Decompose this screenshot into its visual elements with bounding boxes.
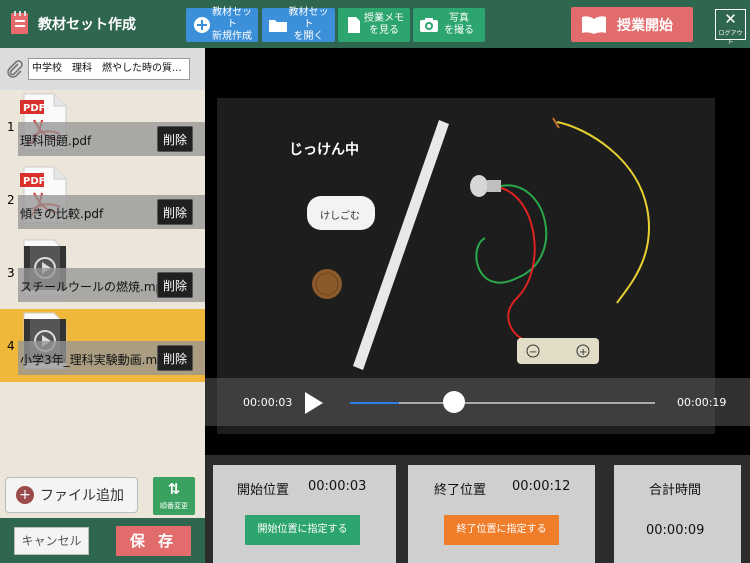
play-icon[interactable] xyxy=(305,392,323,414)
set-name-field[interactable]: 中学校 理科 燃やした時の質... xyxy=(28,58,190,80)
logout-label: ログアウト xyxy=(718,30,743,46)
total-time-panel: 合計時間 00:00:09 xyxy=(614,465,741,563)
cancel-button[interactable]: キャンセル xyxy=(14,527,89,555)
seek-bar[interactable] xyxy=(350,402,655,404)
set-end-button[interactable]: 終了位置に指定する xyxy=(444,515,559,545)
sidebar-footer: キャンセル 保 存 xyxy=(0,518,205,563)
seek-bar-progress xyxy=(350,402,399,404)
file-number: 4 xyxy=(7,339,15,353)
plus-circle-icon xyxy=(192,15,212,35)
app: 教材セット作成 教材セット 新規作成 教材セット を開く 授業メモ を見る 写真… xyxy=(0,0,750,563)
sidebar: 中学校 理科 燃やした時の質... 1 PDF 理科問題.pdf 削除 2 PD… xyxy=(0,48,205,563)
end-position-label: 終了位置 xyxy=(434,483,487,498)
take-photo-label: 写真 を撮る xyxy=(444,13,474,36)
file-name: 小学3年_理科実験動画.mp4 xyxy=(20,353,160,367)
logout-button[interactable]: ✕ ログアウト xyxy=(715,9,746,46)
start-position-time: 00:00:03 xyxy=(308,479,367,494)
total-time-value: 00:00:09 xyxy=(646,523,705,538)
add-file-button[interactable]: + ファイル追加 xyxy=(5,477,138,513)
header: 教材セット作成 教材セット 新規作成 教材セット を開く 授業メモ を見る 写真… xyxy=(0,0,750,48)
file-row[interactable]: 3 スチールウールの燃焼.mp4 削除 xyxy=(0,236,205,309)
new-set-label: 教材セット 新規作成 xyxy=(212,7,252,42)
svg-text:+: + xyxy=(579,347,587,358)
paperclip-icon xyxy=(7,60,23,78)
video-player[interactable]: じっけん中 けしごむ − + 00:00:03 00:00:19 xyxy=(205,48,750,455)
document-icon xyxy=(344,15,364,35)
delete-button[interactable]: 削除 xyxy=(157,126,193,152)
new-set-button[interactable]: 教材セット 新規作成 xyxy=(186,7,258,42)
file-number: 1 xyxy=(7,120,15,134)
start-lesson-button[interactable]: 授業開始 xyxy=(571,7,693,42)
start-position-panel: 開始位置 00:00:03 開始位置に指定する xyxy=(213,465,396,563)
end-position-panel: 終了位置 00:00:12 終了位置に指定する xyxy=(408,465,595,563)
trim-panel: 開始位置 00:00:03 開始位置に指定する 終了位置 00:00:12 終了… xyxy=(205,455,750,563)
duration: 00:00:19 xyxy=(677,396,727,409)
reorder-label: 順番変更 xyxy=(160,502,188,510)
file-row[interactable]: 2 PDF 傾きの比較.pdf 削除 xyxy=(0,163,205,236)
file-number: 2 xyxy=(7,193,15,207)
plus-icon: + xyxy=(16,486,34,504)
save-button[interactable]: 保 存 xyxy=(116,526,191,556)
take-photo-button[interactable]: 写真 を撮る xyxy=(413,8,485,42)
seek-handle[interactable] xyxy=(442,391,465,413)
lesson-memo-button[interactable]: 授業メモ を見る xyxy=(338,8,410,42)
close-icon: ✕ xyxy=(724,10,737,28)
page-title: 教材セット作成 xyxy=(38,17,136,33)
delete-button[interactable]: 削除 xyxy=(157,345,193,371)
notebook-icon xyxy=(11,11,28,34)
open-book-icon xyxy=(582,15,606,34)
delete-button[interactable]: 削除 xyxy=(157,199,193,225)
reorder-button[interactable]: ⇅ 順番変更 xyxy=(153,477,195,515)
sort-icon: ⇅ xyxy=(167,480,181,498)
slate-text: じっけん中 xyxy=(289,141,359,158)
svg-text:PDF: PDF xyxy=(23,176,45,187)
add-file-label: ファイル追加 xyxy=(40,488,124,504)
file-row[interactable]: 1 PDF 理科問題.pdf 削除 xyxy=(0,90,205,163)
video-controls: 00:00:03 00:00:19 xyxy=(205,378,750,426)
current-time: 00:00:03 xyxy=(243,396,293,409)
folder-icon xyxy=(268,15,288,35)
lesson-memo-label: 授業メモ を見る xyxy=(364,13,404,36)
set-name-row: 中学校 理科 燃やした時の質... xyxy=(0,48,205,90)
file-name: 傾きの比較.pdf xyxy=(20,207,104,221)
total-time-label: 合計時間 xyxy=(649,483,702,498)
svg-text:PDF: PDF xyxy=(23,103,45,114)
file-row-selected[interactable]: 4 小学3年_理科実験動画.mp4 削除 xyxy=(0,309,205,382)
file-name: 理科問題.pdf xyxy=(20,134,92,148)
start-position-label: 開始位置 xyxy=(237,483,290,498)
eraser-text: けしごむ xyxy=(320,209,360,222)
start-lesson-label: 授業開始 xyxy=(617,17,673,34)
end-position-time: 00:00:12 xyxy=(512,479,571,494)
open-set-label: 教材セット を開く xyxy=(288,7,329,42)
camera-icon xyxy=(419,15,439,35)
file-name: スチールウールの燃焼.mp4 xyxy=(20,280,160,294)
file-number: 3 xyxy=(7,266,15,280)
delete-button[interactable]: 削除 xyxy=(157,272,193,298)
set-start-button[interactable]: 開始位置に指定する xyxy=(245,515,360,545)
open-set-button[interactable]: 教材セット を開く xyxy=(262,7,335,42)
svg-text:−: − xyxy=(529,347,537,358)
